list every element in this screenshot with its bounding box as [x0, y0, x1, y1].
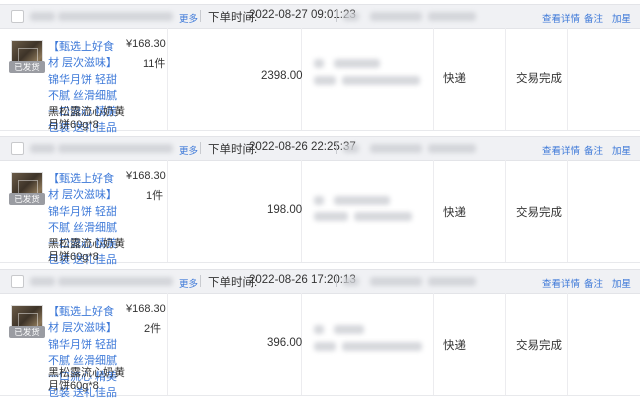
column-divider	[167, 160, 168, 262]
column-divider	[567, 28, 568, 130]
blurred-address	[314, 196, 324, 205]
blurred-address	[314, 212, 348, 221]
column-divider	[433, 160, 434, 262]
order-row: 更多 下单时间: 2022-08-26 17:20:13 查看详情 备注 加星 …	[0, 269, 640, 399]
order-row: 更多 下单时间: 2022-08-27 09:01:23 查看详情 备注 加星 …	[0, 4, 640, 134]
order-row: 更多 下单时间: 2022-08-26 22:25:37 查看详情 备注 加星 …	[0, 136, 640, 266]
shipping-method: 快递	[443, 207, 466, 219]
blurred-buyer-name	[343, 144, 359, 153]
blurred-address	[314, 59, 324, 68]
view-details-link[interactable]: 查看详情	[542, 143, 580, 157]
order-amount: 2398.00	[261, 70, 303, 82]
order-body: 已发货 【甄选上好食材 层次滋味】锦华月饼 轻甜不腻 丝滑细腻 一口流心 精美包…	[0, 293, 640, 399]
divider	[200, 275, 201, 287]
quantity: 11件	[143, 58, 166, 70]
shipped-badge: 已发货	[9, 61, 45, 73]
column-divider	[505, 293, 506, 395]
blurred-order-number	[30, 12, 55, 21]
quantity: 2件	[144, 323, 162, 335]
note-link[interactable]: 备注	[584, 11, 603, 25]
blurred-buyer-name	[370, 12, 422, 21]
order-amount: 396.00	[267, 337, 303, 349]
order-time: 2022-08-27 09:01:23	[249, 9, 356, 21]
blurred-order-number	[58, 12, 173, 21]
divider	[200, 10, 201, 22]
divider	[336, 275, 337, 287]
shipped-badge: 已发货	[9, 193, 45, 205]
shipping-method: 快递	[443, 73, 466, 85]
order-status: 交易完成	[516, 73, 562, 85]
blurred-order-number	[58, 277, 173, 286]
star-link[interactable]: 加星	[612, 276, 631, 290]
unit-price: ¥168.30	[126, 303, 166, 315]
divider	[336, 10, 337, 22]
order-body: 已发货 【甄选上好食材 层次滋味】锦华月饼 轻甜不腻 丝滑细腻 一口流心 精美包…	[0, 28, 640, 134]
divider	[336, 142, 337, 154]
order-checkbox[interactable]	[11, 275, 24, 288]
column-divider	[505, 28, 506, 130]
note-link[interactable]: 备注	[584, 276, 603, 290]
product-spec: 黑松露流心奶黄月饼60g*8	[48, 367, 125, 392]
blurred-buyer-name	[428, 12, 476, 21]
blurred-buyer-name	[370, 277, 422, 286]
blurred-address	[334, 59, 380, 68]
column-divider	[433, 293, 434, 395]
more-link[interactable]: 更多	[179, 143, 198, 157]
order-status: 交易完成	[516, 207, 562, 219]
order-header: 更多 下单时间: 2022-08-26 17:20:13 查看详情 备注 加星	[0, 269, 640, 294]
view-details-link[interactable]: 查看详情	[542, 276, 580, 290]
blurred-address	[314, 76, 336, 85]
column-divider	[167, 293, 168, 395]
column-divider	[567, 293, 568, 395]
blurred-order-number	[30, 144, 55, 153]
divider	[200, 142, 201, 154]
more-link[interactable]: 更多	[179, 276, 198, 290]
blurred-buyer-name	[370, 144, 422, 153]
note-link[interactable]: 备注	[584, 143, 603, 157]
more-link[interactable]: 更多	[179, 11, 198, 25]
blurred-address	[334, 325, 364, 334]
order-time: 2022-08-26 17:20:13	[249, 274, 356, 286]
blurred-order-number	[30, 277, 55, 286]
column-divider	[505, 160, 506, 262]
blurred-address	[342, 76, 420, 85]
blurred-buyer-name	[343, 277, 359, 286]
blurred-buyer-name	[428, 144, 476, 153]
order-status: 交易完成	[516, 340, 562, 352]
order-checkbox[interactable]	[11, 142, 24, 155]
shipping-method: 快递	[443, 340, 466, 352]
column-divider	[167, 28, 168, 130]
order-body: 已发货 【甄选上好食材 层次滋味】锦华月饼 轻甜不腻 丝滑细腻 一口流心 精美包…	[0, 160, 640, 266]
blurred-address	[354, 212, 412, 221]
blurred-address	[342, 342, 422, 351]
order-time: 2022-08-26 22:25:37	[249, 141, 356, 153]
blurred-order-number	[58, 144, 173, 153]
column-divider	[567, 160, 568, 262]
blurred-buyer-name	[343, 12, 359, 21]
order-header: 更多 下单时间: 2022-08-27 09:01:23 查看详情 备注 加星	[0, 4, 640, 29]
product-spec: 黑松露流心奶黄月饼60g*8	[48, 106, 125, 131]
star-link[interactable]: 加星	[612, 143, 631, 157]
blurred-address	[314, 342, 336, 351]
product-spec: 黑松露流心奶黄月饼60g*8	[48, 238, 125, 263]
view-details-link[interactable]: 查看详情	[542, 11, 580, 25]
quantity: 1件	[146, 190, 164, 202]
order-checkbox[interactable]	[11, 10, 24, 23]
blurred-address	[314, 325, 324, 334]
blurred-address	[334, 196, 390, 205]
blurred-buyer-name	[428, 277, 476, 286]
star-link[interactable]: 加星	[612, 11, 631, 25]
unit-price: ¥168.30	[126, 170, 166, 182]
shipped-badge: 已发货	[9, 326, 45, 338]
column-divider	[433, 28, 434, 130]
unit-price: ¥168.30	[126, 38, 166, 50]
order-header: 更多 下单时间: 2022-08-26 22:25:37 查看详情 备注 加星	[0, 136, 640, 161]
order-amount: 198.00	[267, 204, 303, 216]
